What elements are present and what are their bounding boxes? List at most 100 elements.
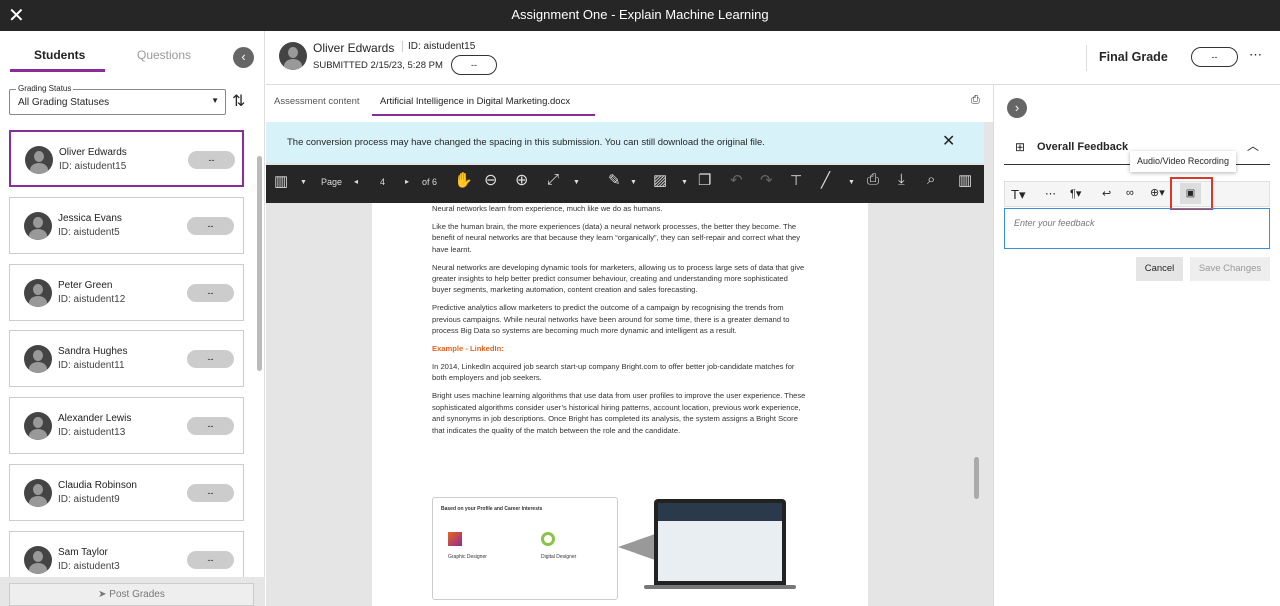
student-card[interactable]: Oliver Edwards ID: aistudent15 -- bbox=[9, 130, 244, 187]
page-label: Page bbox=[321, 177, 343, 187]
avatar bbox=[24, 479, 52, 507]
library-icon[interactable]: ▥ bbox=[958, 171, 972, 189]
banner-text: The conversion process may have changed … bbox=[287, 137, 765, 148]
close-banner-icon[interactable]: ✕ bbox=[942, 131, 955, 151]
student-card[interactable]: Peter Green ID: aistudent12 -- bbox=[9, 264, 244, 321]
undo-icon[interactable]: ↩ bbox=[1102, 187, 1111, 200]
student-panel: Students Questions ‹ Grading Status All … bbox=[0, 31, 265, 606]
student-id: ID: aistudent9 bbox=[58, 494, 120, 505]
hand-tool-icon[interactable]: ✋ bbox=[454, 171, 473, 189]
feedback-panel: › ⊞ Overall Feedback ︿ Audio/Video Recor… bbox=[993, 85, 1280, 606]
save-changes-button[interactable]: Save Changes bbox=[1190, 257, 1270, 281]
grade-pill[interactable]: -- bbox=[187, 350, 234, 368]
collapse-panel-button[interactable]: ‹ bbox=[233, 47, 254, 68]
viewer-toolbar: ▥ ▼ Page ◂ 4 ▸ of 6 ✋ ⊖ ⊕ ⤢ ▼ ✎ ▼ ▨ ▼ ❐ … bbox=[266, 165, 984, 203]
linkedin-figure: Based on your Profile and Career Interes… bbox=[432, 497, 618, 600]
job-title: Digital Designer bbox=[541, 554, 577, 560]
student-name: Claudia Robinson bbox=[58, 480, 137, 491]
grade-pill[interactable]: -- bbox=[188, 151, 235, 169]
avatar bbox=[24, 546, 52, 574]
text-style-icon[interactable]: T▾ bbox=[1011, 187, 1025, 203]
dropdown-icon: ▼ bbox=[211, 96, 219, 105]
pen-icon[interactable]: ✎ bbox=[608, 171, 621, 189]
dropdown-icon[interactable]: ▼ bbox=[848, 179, 855, 186]
feedback-title[interactable]: Overall Feedback bbox=[1037, 141, 1128, 153]
dropdown-icon[interactable]: ▼ bbox=[630, 179, 637, 186]
grade-pill[interactable]: -- bbox=[187, 217, 234, 235]
download-icon[interactable]: ⤓ bbox=[898, 171, 905, 188]
laptop-image bbox=[654, 499, 786, 585]
student-id: ID: aistudent3 bbox=[58, 561, 120, 572]
line-icon[interactable]: ╱ bbox=[821, 171, 830, 189]
search-icon[interactable]: ⌕ bbox=[927, 171, 935, 188]
dropdown-icon[interactable]: ▼ bbox=[573, 179, 580, 186]
paragraph: In 2014, LinkedIn acquired job search st… bbox=[432, 361, 795, 383]
feedback-input[interactable]: Enter your feedback bbox=[1004, 208, 1270, 249]
student-card[interactable]: Sandra Hughes ID: aistudent11 -- bbox=[9, 330, 244, 387]
print-icon[interactable]: ⎙ bbox=[867, 171, 879, 188]
dropdown-icon[interactable]: ▼ bbox=[300, 179, 307, 186]
undo-icon[interactable]: ↶ bbox=[730, 171, 743, 189]
paragraph-icon[interactable]: ¶▾ bbox=[1070, 187, 1081, 200]
student-name: Oliver Edwards bbox=[313, 41, 395, 55]
sidebar-toggle-icon[interactable]: ▥ bbox=[274, 172, 288, 190]
more-icon[interactable]: ⋯ bbox=[1249, 47, 1262, 63]
student-card[interactable]: Alexander Lewis ID: aistudent13 -- bbox=[9, 397, 244, 454]
attempt-grade[interactable]: -- bbox=[451, 55, 497, 75]
scrollbar[interactable] bbox=[257, 156, 262, 371]
feedback-icon: ⊞ bbox=[1015, 140, 1026, 154]
window-title: Assignment One - Explain Machine Learnin… bbox=[511, 7, 769, 22]
fit-page-icon[interactable]: ⤢ bbox=[547, 171, 559, 188]
grading-status-select[interactable]: Grading Status All Grading Statuses ▼ bbox=[9, 84, 226, 115]
cancel-button[interactable]: Cancel bbox=[1136, 257, 1183, 281]
title-bar: ✕ Assignment One - Explain Machine Learn… bbox=[0, 0, 1280, 31]
tab-assessment-content[interactable]: Assessment content bbox=[274, 96, 360, 107]
laptop-base bbox=[644, 585, 796, 589]
tab-students[interactable]: Students bbox=[34, 48, 85, 62]
expand-panel-button[interactable]: › bbox=[1007, 98, 1027, 118]
grade-pill[interactable]: -- bbox=[187, 551, 234, 569]
grade-pill[interactable]: -- bbox=[187, 484, 234, 502]
student-id: ID: aistudent15 bbox=[402, 41, 475, 52]
link-icon[interactable]: ∞ bbox=[1126, 187, 1134, 199]
zoom-out-icon[interactable]: ⊖ bbox=[484, 170, 497, 190]
redo-icon[interactable]: ↷ bbox=[760, 171, 773, 189]
more-icon[interactable]: ⋯ bbox=[1045, 187, 1056, 200]
insert-icon[interactable]: ⊕▾ bbox=[1150, 186, 1165, 199]
arrow-shape bbox=[618, 533, 658, 561]
final-grade-input[interactable]: -- bbox=[1191, 47, 1238, 67]
chevron-up-icon[interactable]: ︿ bbox=[1247, 137, 1259, 154]
grade-pill[interactable]: -- bbox=[187, 417, 234, 435]
dropdown-icon[interactable]: ▼ bbox=[681, 179, 688, 186]
download-icon[interactable]: ⎙ bbox=[971, 94, 980, 107]
scrollbar[interactable] bbox=[974, 457, 979, 499]
conversion-banner: The conversion process may have changed … bbox=[266, 122, 984, 163]
post-grades-button[interactable]: ➤ Post Grades bbox=[9, 583, 254, 606]
student-card[interactable]: Claudia Robinson ID: aistudent9 -- bbox=[9, 464, 244, 521]
image-icon[interactable]: ▨ bbox=[653, 171, 667, 189]
document-page: Neural networks learn from experience, m… bbox=[372, 203, 868, 606]
sort-icon[interactable]: ⇅ bbox=[232, 91, 245, 111]
student-name: Jessica Evans bbox=[58, 213, 122, 224]
filter-value: All Grading Statuses bbox=[18, 97, 110, 108]
next-page-icon[interactable]: ▸ bbox=[405, 177, 409, 186]
zoom-in-icon[interactable]: ⊕ bbox=[515, 170, 528, 190]
tab-questions[interactable]: Questions bbox=[137, 48, 191, 62]
doc-tabs: Assessment content Artificial Intelligen… bbox=[266, 85, 993, 122]
tab-document[interactable]: Artificial Intelligence in Digital Marke… bbox=[380, 96, 570, 107]
page-input[interactable]: 4 bbox=[380, 177, 385, 187]
student-name: Peter Green bbox=[58, 280, 113, 291]
submission-viewer: Assessment content Artificial Intelligen… bbox=[266, 85, 993, 606]
send-icon: ➤ bbox=[98, 589, 110, 600]
prev-page-icon[interactable]: ◂ bbox=[354, 177, 358, 186]
grade-pill[interactable]: -- bbox=[187, 284, 234, 302]
text-box-icon[interactable]: ⊤ bbox=[790, 172, 802, 189]
student-id: ID: aistudent12 bbox=[58, 294, 126, 305]
comment-icon[interactable]: ❐ bbox=[698, 171, 711, 189]
student-name: Sandra Hughes bbox=[58, 346, 128, 357]
tab-indicator bbox=[10, 69, 105, 72]
avatar bbox=[24, 345, 52, 373]
student-card[interactable]: Jessica Evans ID: aistudent5 -- bbox=[9, 197, 244, 254]
divider bbox=[1086, 45, 1087, 71]
section-heading: Example - LinkedIn: bbox=[432, 344, 504, 354]
